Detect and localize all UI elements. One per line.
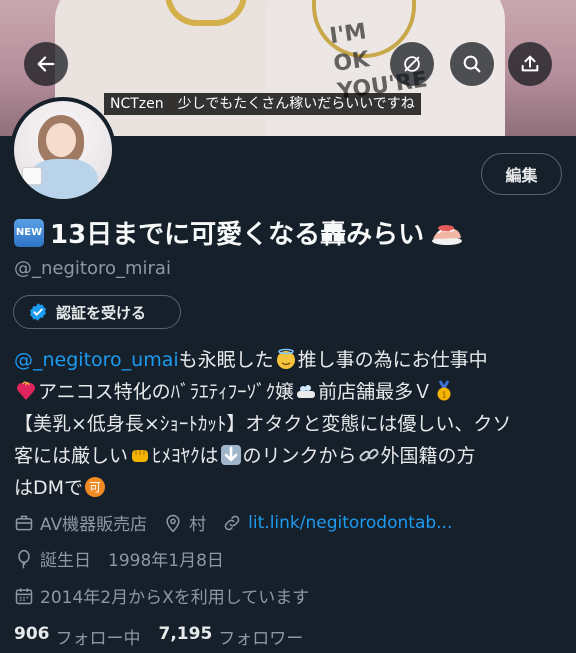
fist-icon [129, 444, 151, 466]
image-off-icon [404, 56, 420, 72]
back-button[interactable] [24, 42, 68, 86]
bio-mention-link[interactable]: @_negitoro_umai [14, 349, 179, 371]
followers-link[interactable]: 7,195 フォロワー [159, 624, 304, 649]
share-button[interactable] [508, 42, 552, 86]
display-name-text: 13日までに可愛くなる轟みらい [50, 220, 425, 250]
user-handle: @_negitoro_mirai [14, 258, 171, 279]
followers-label: フォロワー [218, 629, 304, 649]
bio-line-5: はDMで可 [14, 473, 570, 500]
bio-line-1: @_negitoro_umaiも永眠した 推し事の為にお仕事中 [14, 348, 488, 371]
following-count: 906 [14, 624, 50, 644]
bio-line-2: アニコス特化のﾊﾞﾗｴﾃｨﾌｰｿﾞｸ嬢 前店舗最多Ｖ 1 [14, 377, 570, 404]
search-icon [463, 55, 481, 73]
sushi-icon [430, 219, 464, 247]
followers-count: 7,195 [158, 624, 213, 644]
angel-face-icon [275, 348, 297, 370]
search-button[interactable] [450, 42, 494, 86]
bio-line-3: 【美乳×低身長×ｼｮｰﾄｶｯﾄ】オタクと変態には優しい、クソ [14, 413, 512, 435]
bathtub-icon [295, 380, 317, 402]
edit-image-button[interactable] [390, 42, 434, 86]
gold-medal-icon: 1 [433, 380, 455, 402]
follow-stats: 906 フォロー中 7,195 フォロワー [14, 624, 321, 649]
bio-line-4: 客には厳しい ﾋﾒﾖﾔｸは のリンクから 外国籍の方 [14, 444, 476, 467]
following-link[interactable]: 906 フォロー中 [14, 624, 141, 649]
svg-text:1: 1 [442, 391, 447, 400]
display-name: NEW 13日までに可愛くなる轟みらい [14, 214, 464, 251]
link-icon [224, 515, 240, 530]
share-icon [521, 55, 539, 72]
calendar-icon [15, 588, 33, 604]
briefcase-icon [15, 515, 33, 530]
get-verified-label: 認証を受ける [56, 303, 147, 322]
banner-caption: NCTzen 少しでもたくさん稼いだらいいですね [104, 93, 421, 115]
get-verified-button[interactable]: 認証を受ける [13, 295, 181, 329]
website-link[interactable]: lit.link/negitorodontab... [248, 513, 452, 533]
svg-text:可: 可 [89, 481, 101, 495]
profile-meta-row: AV機器販売店 村 lit.link/negitorodontab... [14, 510, 468, 535]
location-pin-icon [166, 514, 180, 532]
back-arrow-icon [37, 56, 55, 72]
website-item[interactable]: lit.link/negitorodontab... [222, 513, 452, 533]
acceptable-button-icon: 可 [84, 476, 106, 498]
category-item: AV機器販売店 [14, 510, 147, 535]
avatar[interactable] [10, 97, 116, 203]
new-badge-icon: NEW [14, 218, 44, 247]
verified-badge-icon [30, 303, 46, 321]
joined-row: 2014年2月からXを利用しています [14, 583, 309, 608]
balloon-icon [18, 549, 30, 569]
burning-heart-icon [15, 380, 37, 402]
birthday-row: 誕生日 1998年1月8日 [14, 546, 224, 571]
location-item: 村 [163, 510, 206, 535]
edit-profile-button[interactable]: 編集 [481, 153, 562, 195]
link-chain-icon [358, 444, 380, 466]
following-label: フォロー中 [55, 629, 141, 649]
down-arrow-icon [220, 444, 242, 466]
